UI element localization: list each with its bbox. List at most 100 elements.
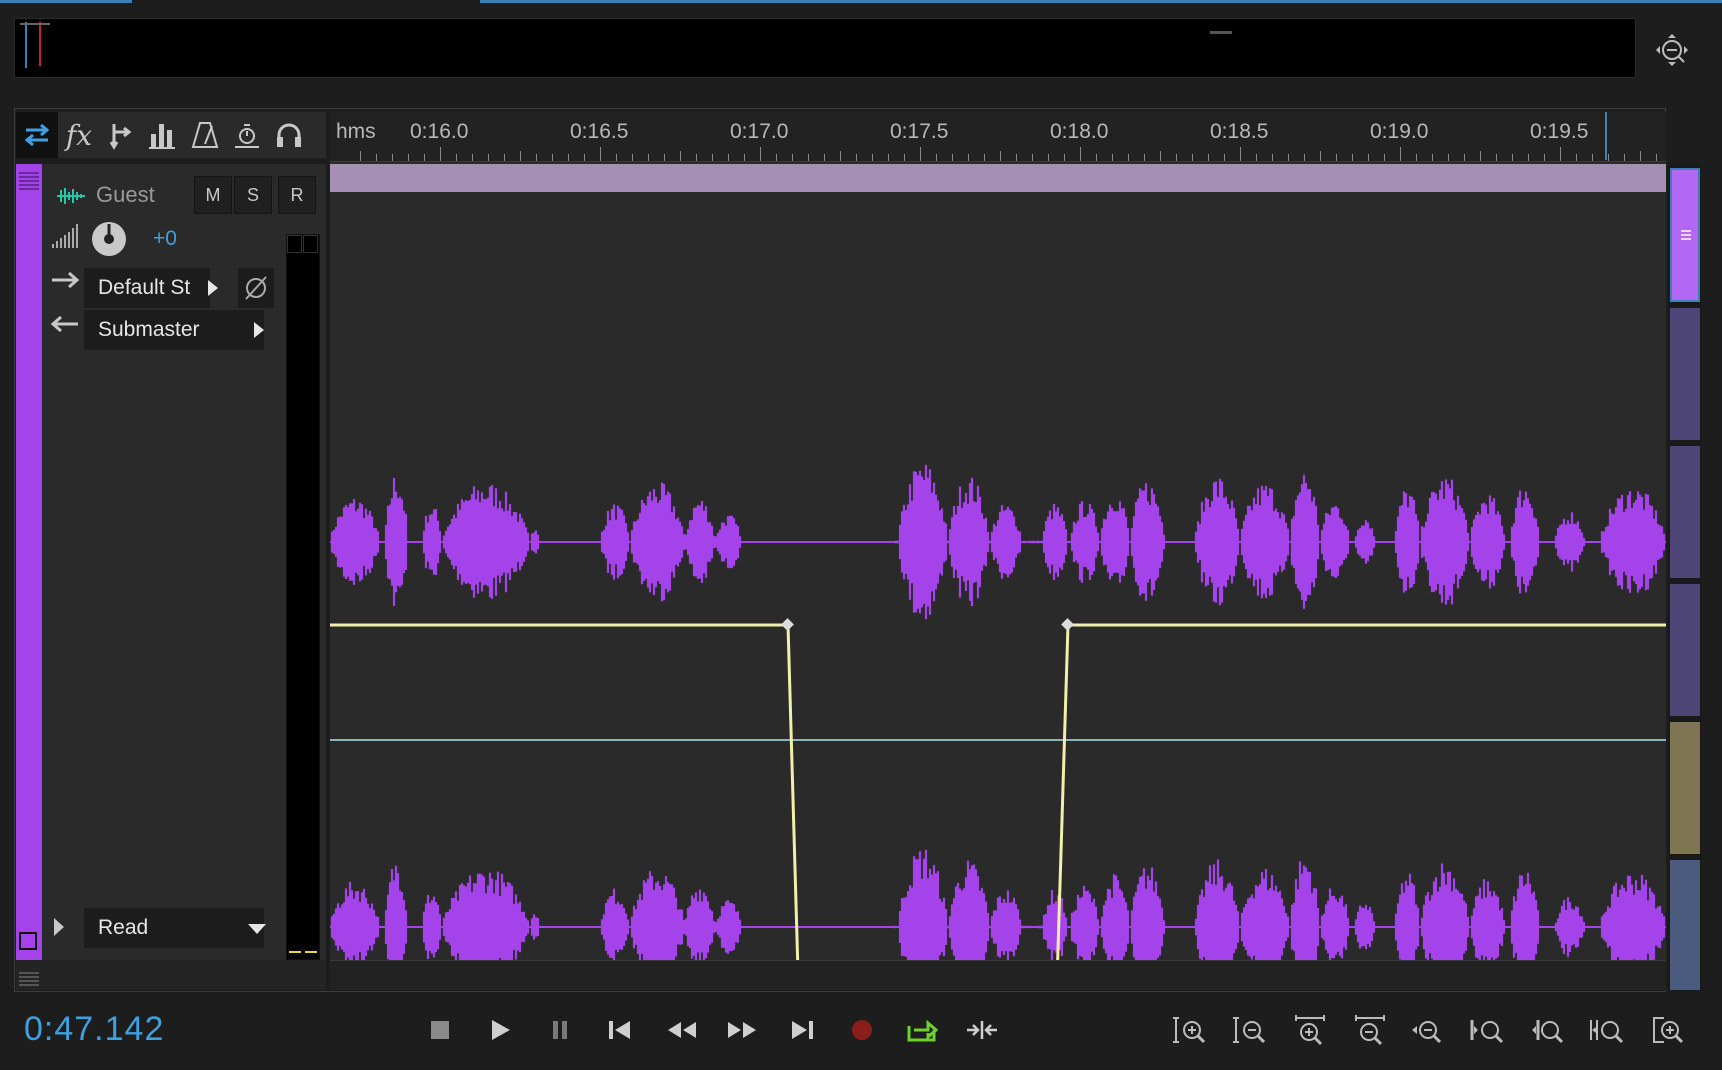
record-arm-button[interactable]: R [278, 176, 316, 214]
track-name[interactable]: Guest [96, 182, 155, 208]
mute-button[interactable]: M [194, 176, 232, 214]
track-color-strip[interactable] [16, 164, 42, 960]
rewind-button[interactable] [660, 1010, 704, 1050]
ruler-tick [936, 154, 937, 161]
envelope-keyframe [1061, 618, 1074, 631]
envelope-keyframe [781, 618, 794, 631]
ruler-tick [1512, 154, 1513, 161]
track-lane-guest[interactable] [330, 162, 1666, 960]
meter-level-left [289, 951, 301, 953]
go-to-start-button[interactable] [598, 1010, 642, 1050]
playhead-indicator[interactable] [1605, 112, 1607, 160]
track-header-guest[interactable]: Guest M S R +0 Default St Submaster Read [16, 164, 326, 960]
track-scrollbar[interactable] [1668, 164, 1702, 990]
zoom-out-full-button[interactable] [1404, 1010, 1452, 1050]
metronome-button[interactable] [184, 112, 226, 158]
stop-icon [431, 1021, 449, 1039]
eq-icon [149, 124, 175, 149]
fast-forward-button[interactable] [720, 1010, 764, 1050]
ruler-tick [1272, 154, 1273, 161]
track-drag-handle[interactable] [19, 172, 39, 190]
next-track-header[interactable] [16, 960, 326, 990]
next-track-lane[interactable] [330, 960, 1666, 990]
stop-button[interactable] [418, 1010, 462, 1050]
overview-view-marker[interactable] [1210, 31, 1232, 34]
playhead-marker-icon [20, 22, 50, 68]
ruler-tick [1464, 154, 1465, 161]
eq-button[interactable] [142, 112, 184, 158]
track-overview-block[interactable] [1670, 722, 1700, 854]
track-overview-block[interactable] [1670, 860, 1700, 990]
current-time-display[interactable]: 0:47.142 [24, 1010, 164, 1049]
clip-waveform[interactable] [330, 162, 1666, 960]
ruler-tick [1240, 147, 1241, 161]
zoom-navigator-button[interactable] [1650, 30, 1694, 70]
ruler-tick [984, 154, 985, 161]
session-overview[interactable] [14, 18, 1636, 78]
ruler-tick [1016, 154, 1017, 161]
track-overview-block[interactable] [1670, 584, 1700, 716]
phase-invert-button[interactable] [238, 268, 274, 308]
go-to-start-icon [609, 1021, 630, 1039]
effects-button[interactable]: fx [58, 112, 100, 158]
record-icon [852, 1020, 872, 1040]
zoom-in-at-start-button[interactable] [1464, 1010, 1512, 1050]
monitor-button[interactable] [268, 112, 310, 158]
ruler-tick [1048, 154, 1049, 161]
volume-knob[interactable] [90, 220, 128, 258]
zoom-in-at-end-icon [1532, 1020, 1564, 1044]
track-scrollbar-thumb[interactable] [1670, 168, 1700, 302]
phase-invert-icon [245, 276, 267, 300]
output-select[interactable]: Submaster [84, 310, 264, 350]
waveform-peaks [330, 849, 1666, 960]
zoom-out-amplitude-icon [1233, 1017, 1266, 1044]
ruler-tick [568, 154, 569, 161]
zoom-to-selection-button[interactable] [1584, 1010, 1632, 1050]
waveform-track-icon [57, 188, 85, 204]
ruler-tick [1544, 154, 1545, 161]
clip-stretch-button[interactable] [226, 112, 268, 158]
time-ruler[interactable]: hms 0:16.0 0:16.5 0:17.0 0:17.5 0:18.0 0:18.5… [330, 112, 1666, 162]
ruler-tick [968, 154, 969, 161]
ruler-tick [1112, 154, 1113, 161]
ruler-tick [888, 154, 889, 161]
zoom-out-amplitude-button[interactable] [1226, 1010, 1274, 1050]
automation-expand-icon[interactable] [50, 916, 68, 938]
ruler-tick [776, 154, 777, 161]
play-button[interactable] [478, 1010, 522, 1050]
track-overview-block[interactable] [1670, 446, 1700, 578]
track-controls-toolbar: fx [16, 112, 326, 158]
volume-value[interactable]: +0 [153, 227, 177, 251]
ruler-tick [520, 151, 521, 161]
next-track-drag-handle[interactable] [19, 972, 39, 986]
ruler-tick [712, 154, 713, 161]
input-select[interactable]: Default St [84, 268, 210, 308]
ruler-tick-label: 0:17.0 [730, 120, 789, 143]
go-to-end-icon [792, 1021, 813, 1039]
solo-button[interactable]: S [234, 176, 272, 214]
loop-playback-button[interactable] [900, 1010, 944, 1050]
inputs-outputs-button[interactable] [16, 112, 58, 158]
input-expand-icon[interactable] [206, 278, 220, 298]
ruler-tick [1416, 154, 1417, 161]
sends-button[interactable] [100, 112, 142, 158]
zoom-in-at-end-button[interactable] [1524, 1010, 1572, 1050]
zoom-selected-tracks-button[interactable] [1644, 1010, 1692, 1050]
ruler-tick [1592, 154, 1593, 161]
zoom-out-time-button[interactable] [1346, 1010, 1394, 1050]
go-to-end-button[interactable] [780, 1010, 824, 1050]
skip-selection-button[interactable] [960, 1010, 1004, 1050]
ruler-tick [872, 154, 873, 161]
track-overview-block[interactable] [1670, 308, 1700, 440]
track-select-checkbox[interactable] [19, 932, 37, 950]
ruler-tick-label: 0:18.5 [1210, 120, 1269, 143]
ruler-tick [1032, 154, 1033, 161]
pause-button[interactable] [538, 1010, 582, 1050]
automation-mode-select[interactable]: Read [84, 908, 264, 948]
zoom-in-amplitude-button[interactable] [1166, 1010, 1214, 1050]
zoom-in-time-button[interactable] [1286, 1010, 1334, 1050]
ruler-tick [1608, 154, 1609, 161]
output-expand-icon[interactable] [252, 320, 266, 340]
record-button[interactable] [840, 1010, 884, 1050]
sends-icon [109, 124, 132, 150]
